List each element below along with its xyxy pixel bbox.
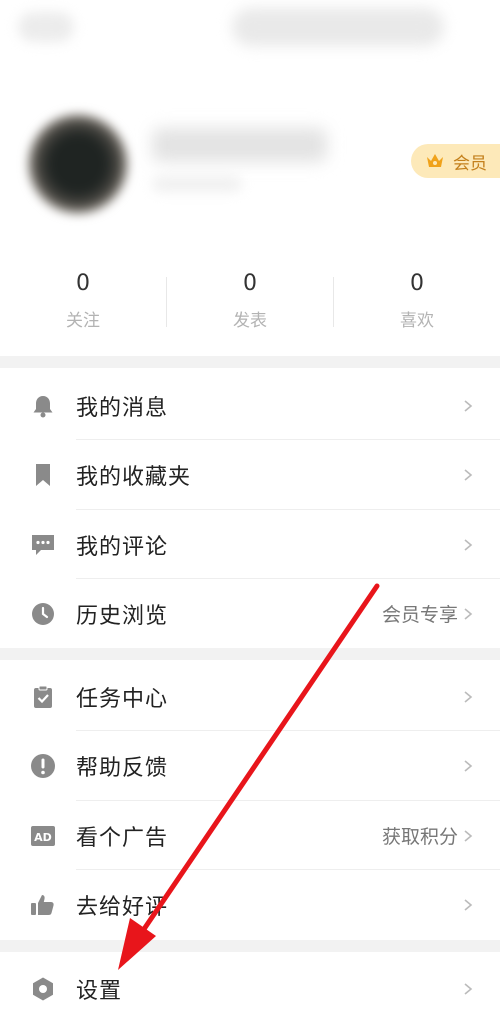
menu-item-label: 我的收藏夹 xyxy=(76,464,192,490)
section-gap xyxy=(0,940,500,952)
chevron-right-icon xyxy=(464,982,473,995)
bookmark-icon xyxy=(36,464,50,486)
menu-item-label: 历史浏览 xyxy=(76,603,169,629)
earn-points-tag: 获取积分 xyxy=(381,826,458,848)
blurred-user-subtitle xyxy=(152,176,242,192)
stat-count: 0 xyxy=(243,271,257,296)
menu-item-label: 去给好评 xyxy=(76,894,169,920)
bell-icon xyxy=(33,396,53,418)
menu-item-label: 我的消息 xyxy=(76,395,169,421)
stat-label: 关注 xyxy=(66,311,100,331)
clock-icon xyxy=(32,603,54,625)
menu-item-browse-history[interactable]: 历史浏览 会员专享 xyxy=(0,579,500,648)
chevron-right-icon xyxy=(464,607,473,620)
profile-header: 会员 xyxy=(0,100,500,230)
exclamation-icon xyxy=(31,754,55,778)
menu-item-label: 任务中心 xyxy=(76,686,169,712)
menu-item-help-feedback[interactable]: 帮助反馈 xyxy=(0,731,500,800)
menu-item-watch-ad[interactable]: AD 看个广告 获取积分 xyxy=(0,801,500,870)
vip-badge[interactable]: 会员 xyxy=(411,144,500,178)
blurred-header-control[interactable] xyxy=(232,8,444,46)
stat-count: 0 xyxy=(76,271,90,296)
member-exclusive-tag: 会员专享 xyxy=(381,604,458,626)
blurred-username xyxy=(152,128,327,162)
top-bar xyxy=(0,0,500,60)
section-gap xyxy=(0,648,500,660)
menu-item-settings[interactable]: 设置 xyxy=(0,954,500,1023)
menu-item-task-center[interactable]: 任务中心 xyxy=(0,662,500,731)
stat-count: 0 xyxy=(410,271,424,296)
vip-label: 会员 xyxy=(453,153,487,174)
stats-row: 0 关注 0 发表 0 喜欢 xyxy=(0,265,500,345)
menu-item-my-favorites[interactable]: 我的收藏夹 xyxy=(0,440,500,509)
chevron-right-icon xyxy=(464,829,473,842)
blurred-back-control[interactable] xyxy=(18,12,74,42)
menu-item-my-comments[interactable]: 我的评论 xyxy=(0,510,500,579)
chevron-right-icon xyxy=(464,690,473,703)
menu-item-label: 设置 xyxy=(76,978,123,1004)
task-clipboard-icon xyxy=(34,685,52,708)
crown-icon xyxy=(427,154,443,167)
chevron-right-icon xyxy=(464,538,473,551)
chevron-right-icon xyxy=(464,759,473,772)
ad-icon: AD xyxy=(31,826,55,846)
stat-likes[interactable]: 0 喜欢 xyxy=(334,265,500,339)
menu-item-label: 帮助反馈 xyxy=(76,755,169,781)
menu-item-label: 我的评论 xyxy=(76,534,169,560)
settings-hexagon-icon xyxy=(33,977,53,1001)
chevron-right-icon xyxy=(464,898,473,911)
section-gap xyxy=(0,356,500,368)
menu-item-my-messages[interactable]: 我的消息 xyxy=(0,371,500,440)
avatar[interactable] xyxy=(28,114,128,214)
chevron-right-icon xyxy=(464,468,473,481)
menu-item-rate-app[interactable]: 去给好评 xyxy=(0,870,500,939)
stat-label: 发表 xyxy=(233,311,267,331)
stat-label: 喜欢 xyxy=(400,311,434,331)
menu-item-label: 看个广告 xyxy=(76,825,169,851)
stat-posts[interactable]: 0 发表 xyxy=(167,265,333,339)
stat-following[interactable]: 0 关注 xyxy=(0,265,166,339)
comment-icon xyxy=(32,535,54,555)
chevron-right-icon xyxy=(464,399,473,412)
thumbs-up-icon xyxy=(31,895,54,915)
svg-text:AD: AD xyxy=(34,831,52,844)
